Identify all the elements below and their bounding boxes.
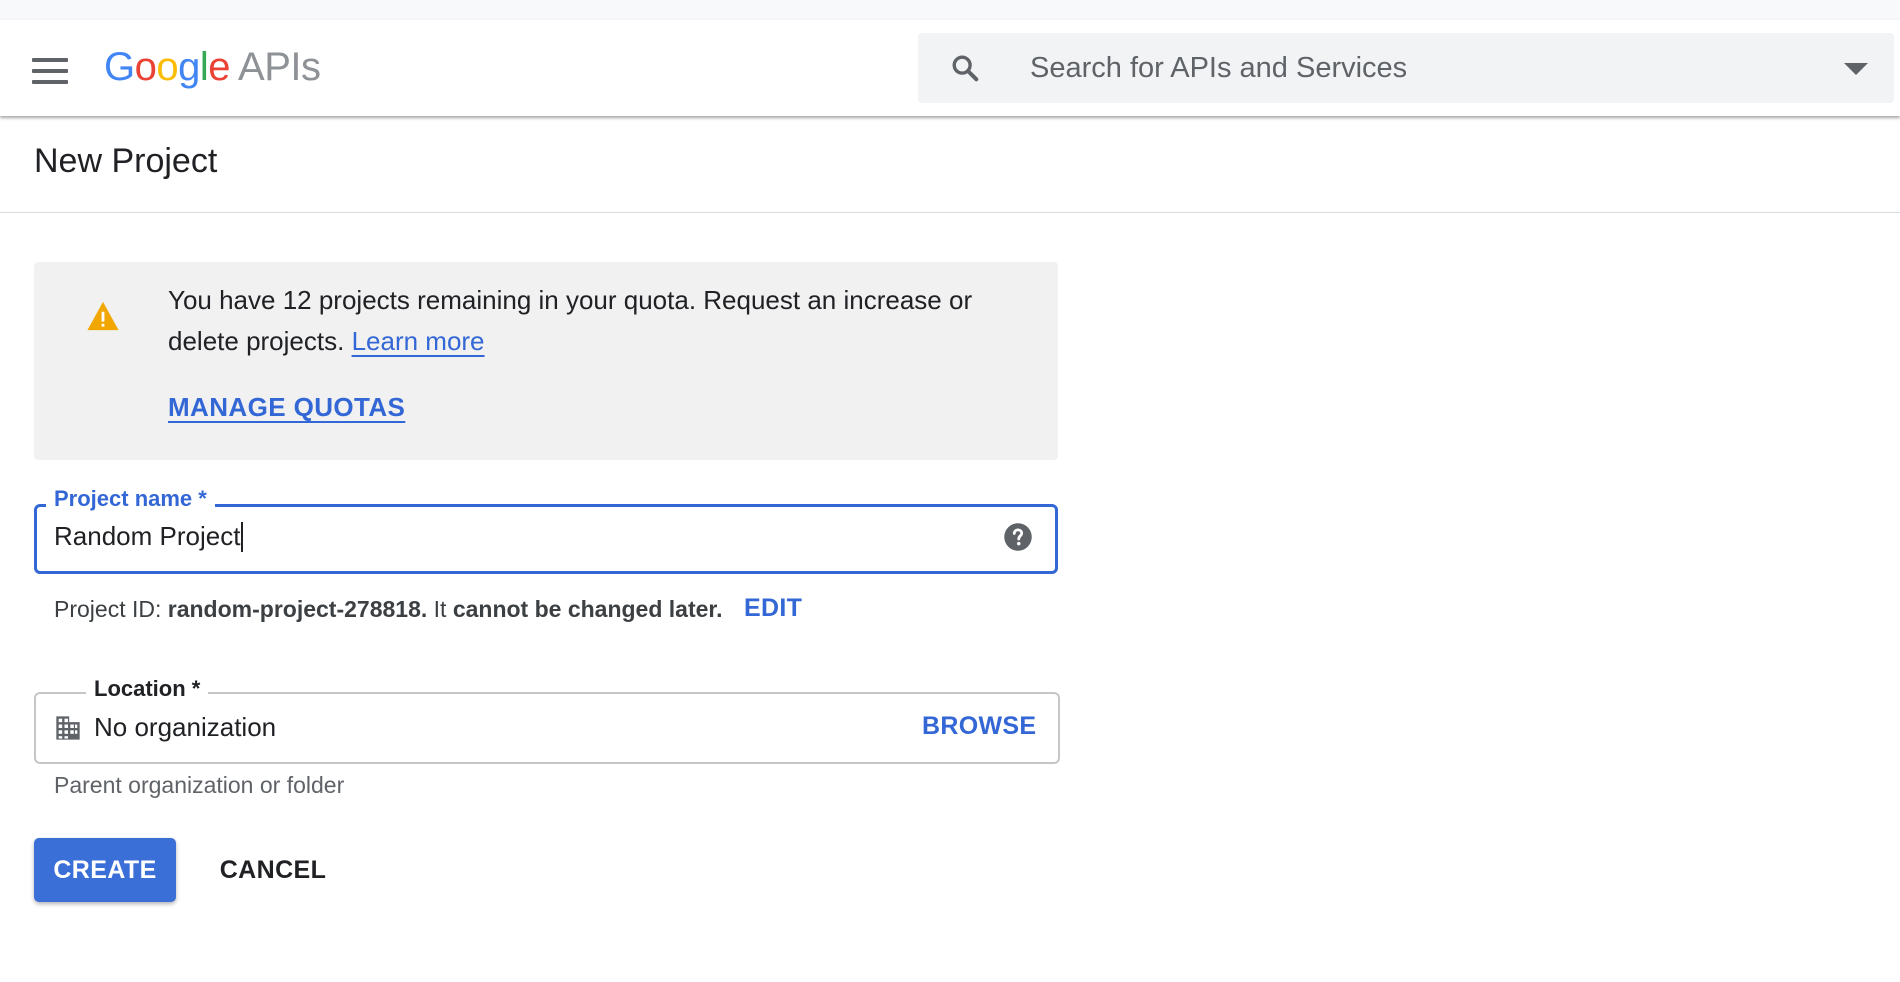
page-title: New Project <box>34 142 218 180</box>
search-input[interactable]: Search for APIs and Services <box>1030 33 1407 103</box>
menu-line <box>32 58 68 62</box>
manage-quotas-link[interactable]: MANAGE QUOTAS <box>168 392 405 423</box>
edit-project-id-button[interactable]: EDIT <box>744 594 802 623</box>
search-bar[interactable]: Search for APIs and Services <box>918 33 1894 103</box>
project-id-value: random-project-278818. <box>167 596 428 622</box>
project-id-prefix: Project ID: <box>54 596 168 622</box>
project-id-line: Project ID: random-project-278818. It ca… <box>54 596 723 623</box>
logo-letter: G <box>104 45 135 89</box>
title-divider <box>0 212 1900 213</box>
logo-letter: e <box>208 45 231 89</box>
menu-line <box>32 80 68 84</box>
location-hint: Parent organization or folder <box>54 772 345 798</box>
text-cursor <box>241 522 243 552</box>
menu-line <box>32 69 68 73</box>
quota-message-text: You have 12 projects remaining in your q… <box>168 285 973 356</box>
location-value: No organization <box>94 712 277 742</box>
organization-icon <box>56 716 80 740</box>
project-id-middle: It <box>427 596 453 622</box>
logo-letter: o <box>156 45 179 89</box>
learn-more-link[interactable]: Learn more <box>352 326 485 356</box>
cancel-button[interactable]: CANCEL <box>206 838 340 902</box>
caret-down-icon[interactable] <box>1844 63 1868 75</box>
hamburger-menu-icon[interactable] <box>24 48 76 92</box>
quota-message: You have 12 projects remaining in your q… <box>168 280 1028 362</box>
app-bar: Google APIs Search for APIs and Services <box>0 20 1900 116</box>
quota-warning-banner: You have 12 projects remaining in your q… <box>34 262 1058 460</box>
project-id-note: cannot be changed later. <box>452 596 723 622</box>
top-strip <box>0 0 1900 20</box>
create-button[interactable]: CREATE <box>34 838 176 902</box>
search-icon[interactable] <box>948 51 982 85</box>
project-name-label: Project name * <box>46 486 215 512</box>
warning-icon <box>87 301 119 331</box>
logo-suffix: APIs <box>238 45 321 89</box>
logo-letter: l <box>199 45 209 89</box>
location-label: Location * <box>86 676 209 702</box>
help-icon[interactable] <box>1003 522 1033 552</box>
logo-letter: g <box>178 45 200 89</box>
google-apis-logo[interactable]: Google APIs <box>104 42 321 92</box>
browse-button[interactable]: BROWSE <box>922 712 1036 741</box>
project-name-input[interactable] <box>54 518 954 554</box>
logo-letter: o <box>134 45 157 89</box>
